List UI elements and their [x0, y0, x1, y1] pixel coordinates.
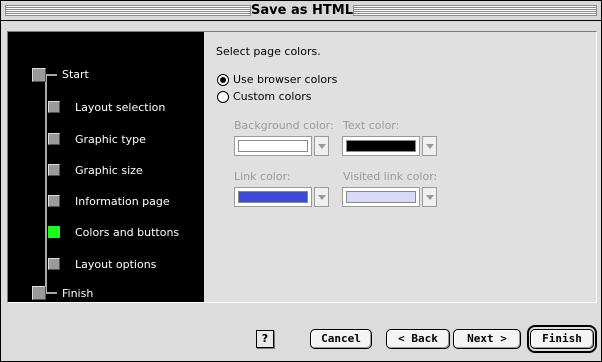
text-color-popup[interactable]: [342, 136, 437, 156]
step-marker-icon: [48, 101, 60, 113]
step-label: Information page: [75, 195, 170, 208]
chevron-down-icon[interactable]: [422, 136, 437, 156]
step-marker-icon: [48, 133, 60, 145]
radio-selected-dot: [220, 77, 226, 83]
step-marker-icon: [48, 195, 60, 207]
step-layout-options: Layout options: [8, 257, 204, 277]
step-information-page: Information page: [8, 194, 204, 214]
step-graphic-size: Graphic size: [8, 163, 204, 183]
step-label: Finish: [62, 287, 94, 300]
step-graphic-type: Graphic type: [8, 132, 204, 152]
title-stripes-left: [5, 5, 251, 16]
steps-sidebar: Start Layout selection Graphic type Grap…: [8, 32, 204, 302]
step-layout-selection: Layout selection: [8, 100, 204, 120]
background-color-swatch: [238, 140, 308, 152]
use-browser-colors-label[interactable]: Use browser colors: [233, 73, 337, 86]
link-color-swatch: [238, 191, 308, 203]
background-color-label: Background color:: [234, 119, 334, 132]
colors-content: Select page colors. Use browser colors C…: [204, 32, 596, 302]
title-bar[interactable]: Save as HTML: [1, 1, 601, 21]
step-label: Layout selection: [75, 101, 166, 114]
wizard-panel: Start Layout selection Graphic type Grap…: [7, 31, 597, 303]
step-marker-icon: [32, 68, 46, 82]
step-label: Graphic type: [75, 133, 146, 146]
visited-link-color-label: Visited link color:: [343, 170, 438, 183]
finish-button[interactable]: Finish: [530, 329, 594, 349]
step-marker-icon: [48, 164, 60, 176]
step-label: Layout options: [75, 258, 157, 271]
back-button[interactable]: < Back: [386, 329, 450, 349]
chevron-down-icon[interactable]: [314, 187, 329, 207]
title-stripes-right: [353, 5, 597, 16]
save-as-html-dialog: Save as HTML Start Layout selection Grap…: [0, 0, 602, 362]
visited-link-color-popup[interactable]: [342, 187, 437, 207]
chevron-down-icon[interactable]: [314, 136, 329, 156]
step-marker-icon: [32, 286, 46, 300]
use-browser-colors-radio[interactable]: [217, 74, 229, 86]
window-title: Save as HTML: [251, 2, 353, 20]
step-start: Start: [8, 68, 204, 88]
text-color-swatch: [346, 140, 416, 152]
text-color-label: Text color:: [343, 119, 400, 132]
help-button[interactable]: ?: [256, 330, 274, 348]
link-color-popup[interactable]: [234, 187, 329, 207]
custom-colors-radio[interactable]: [217, 91, 229, 103]
step-label: Colors and buttons: [75, 226, 180, 239]
next-button[interactable]: Next >: [453, 329, 521, 349]
custom-colors-label[interactable]: Custom colors: [233, 90, 311, 103]
swatch-box: [234, 136, 312, 156]
step-label: Start: [62, 68, 89, 81]
cancel-button[interactable]: Cancel: [310, 329, 372, 349]
step-current-marker-icon: [48, 226, 60, 238]
page-colors-prompt: Select page colors.: [216, 45, 321, 58]
step-colors-and-buttons: Colors and buttons: [8, 225, 204, 245]
background-color-popup[interactable]: [234, 136, 329, 156]
step-label: Graphic size: [75, 164, 143, 177]
swatch-box: [342, 187, 420, 207]
link-color-label: Link color:: [234, 170, 291, 183]
chevron-down-icon[interactable]: [422, 187, 437, 207]
swatch-box: [342, 136, 420, 156]
swatch-box: [234, 187, 312, 207]
step-marker-icon: [48, 258, 60, 270]
visited-link-color-swatch: [346, 191, 416, 203]
step-finish: Finish: [8, 286, 204, 306]
